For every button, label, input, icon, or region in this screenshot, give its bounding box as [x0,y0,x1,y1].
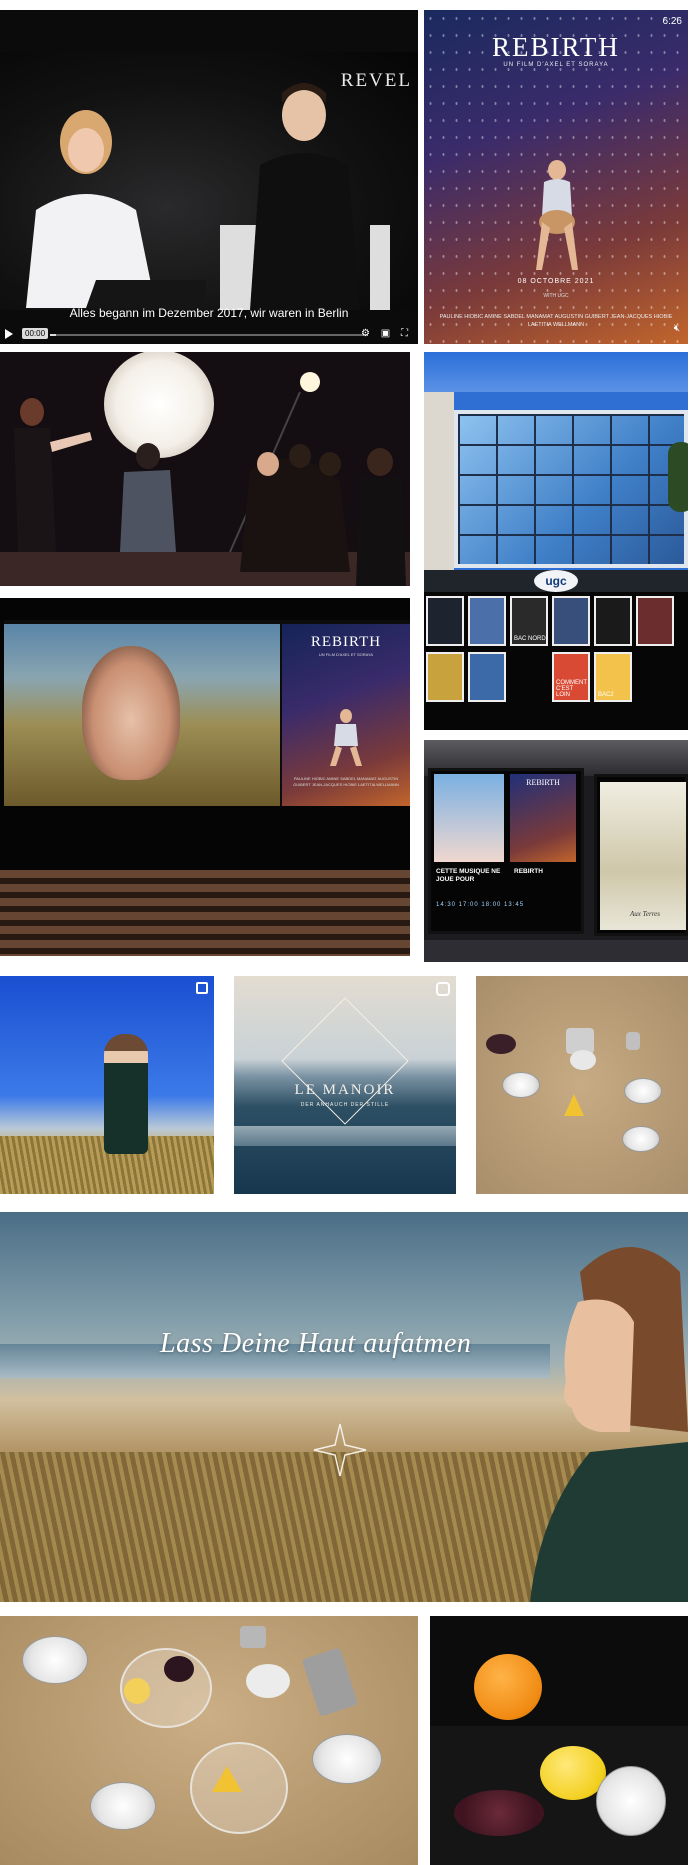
compass-star-icon [313,1423,367,1477]
lass-deine-haut-banner[interactable]: Lass Deine Haut aufatmen [0,1212,688,1602]
wall-poster-title: COMMENT C'EST LOIN [556,680,587,698]
cream-jar [624,1078,662,1104]
cream-jar [622,1126,660,1152]
video-brand: REVEL [340,70,412,91]
poster-wall: BAC NORD COMMENT C'EST LOIN BAC2 [424,592,688,730]
actress-face [82,646,180,780]
photoshoot-people [14,372,406,586]
stone-block [301,1647,359,1717]
play-icon[interactable] [5,329,13,339]
video-time: 00:00 [22,328,49,339]
cream-jar [502,1072,540,1098]
wave [234,1126,456,1146]
floating-figure [536,160,578,270]
dune-portrait-tile[interactable] [0,976,214,1194]
poster-cast: PAULINE HIOBIC AMINE SABDEL MANAMAT AUGU… [439,314,673,328]
screen-poster-cast: PAULINE HIOBIC AMINE SABDEL MANAMAT AUGU… [293,776,399,787]
video-subtitle: Alles begann im Dezember 2017, wir waren… [69,306,349,320]
mute-icon[interactable]: 🔇︎ [674,323,680,334]
showtimes: 14:30 17:00 18:00 13:45 [436,902,525,908]
video-controls: 00:00 ⚙ ▣ ⛶ [0,328,418,342]
woman-profile [530,1247,688,1602]
tree [668,442,688,512]
wall-poster [468,652,506,702]
wall-poster: BAC2 [594,652,632,702]
poster-with-label: WITH [543,293,557,299]
cream-jar [596,1766,666,1836]
manoir-tagline: DER ANHAUCH DER STILLE [300,1102,390,1108]
cream-jar [90,1782,156,1830]
photoshoot-tile[interactable] [0,352,410,586]
screen-poster-subtitle: UN FILM D'AXEL ET SORAYA [318,652,374,657]
ugc-cinema-facade-tile[interactable]: ugc BAC NORD COMMENT C'EST LOIN BAC2 [424,352,688,730]
wall-poster [426,652,464,702]
screen-poster-figure [330,709,362,766]
wall-poster: COMMENT C'EST LOIN [552,652,590,702]
wall-poster [426,596,464,646]
wall-poster-title: BAC2 [598,692,614,698]
cinema-screening-tile[interactable]: REBIRTH UN FILM D'AXEL ET SORAYA PAULINE… [0,598,410,956]
monitor-poster-c [600,782,686,930]
monitor-caption-c: Aux Terres [630,910,661,918]
poster-title: REBIRTH [492,32,620,62]
skincare-flatlay-tile[interactable] [476,976,688,1194]
lemon-slice [564,1094,584,1116]
interviewee-woman [26,110,206,308]
wall-poster [468,596,506,646]
stone-piece [626,1032,640,1050]
wall-poster [594,596,632,646]
screen-poster-title: REBIRTH [310,634,382,650]
grapes [454,1790,544,1836]
manoir-brand: LE MANOIR [294,1082,396,1098]
mortar-bowl [570,1050,596,1070]
wall-poster-title: BAC NORD [514,636,546,642]
video-control-icons[interactable]: ⚙ ▣ ⛶ [361,328,412,339]
poster-clock: 6:26 [662,16,682,27]
monitor-caption-a: CETTE MUSIQUE NE JOUE POUR [436,868,501,883]
grapes [164,1656,194,1682]
side-building [424,392,454,582]
orange [474,1654,542,1720]
cream-jar [22,1636,88,1684]
glass-grid [458,414,684,564]
poster-with: WITH UGC [424,293,688,299]
monitor-poster-a [434,774,504,862]
ugc-logo: ugc [534,570,578,592]
rebirth-poster-tile[interactable]: 6:26 REBIRTH UN FILM D'AXEL ET SORAYA 08… [424,10,688,344]
sky [424,352,688,392]
banner-slogan: Lass Deine Haut aufatmen [160,1328,472,1359]
cinema-seats [0,870,410,956]
le-manoir-tile[interactable]: LE MANOIR DER ANHAUCH DER STILLE [234,976,456,1194]
lemon-slice [124,1678,150,1704]
video-progress-track[interactable] [50,334,368,336]
poster-date: 08 OCTOBRE 2021 [517,278,595,285]
reel-icon [436,982,450,996]
wall-poster: BAC NORD [510,596,548,646]
poster-ugc-logo: UGC [557,293,569,299]
display-frame [424,940,688,962]
mortar [246,1664,290,1698]
wall-poster [552,596,590,646]
monitor-poster-b-title: REBIRTH [526,778,560,787]
monitor-caption-b: REBIRTH [514,868,543,875]
interviewee-man [220,83,390,310]
wall-poster [636,596,674,646]
stone-piece [240,1626,266,1648]
interview-video-tile[interactable]: REVEL Alles begann im Dezember 2017, wir… [0,10,418,344]
video-progress-fill [50,334,57,336]
cream-jar [312,1734,382,1784]
grapes [486,1034,516,1054]
skincare-sand-tile[interactable] [0,1616,418,1865]
multi-image-icon [196,982,208,994]
woman-standing [104,1034,148,1154]
monitor-poster-b [510,774,576,862]
showtime-screens-tile[interactable]: REBIRTH CETTE MUSIQUE NE JOUE POUR REBIR… [424,740,688,962]
still-life-tile[interactable] [430,1616,688,1865]
poster-subtitle: UN FILM D'AXEL ET SORAYA [503,62,609,68]
